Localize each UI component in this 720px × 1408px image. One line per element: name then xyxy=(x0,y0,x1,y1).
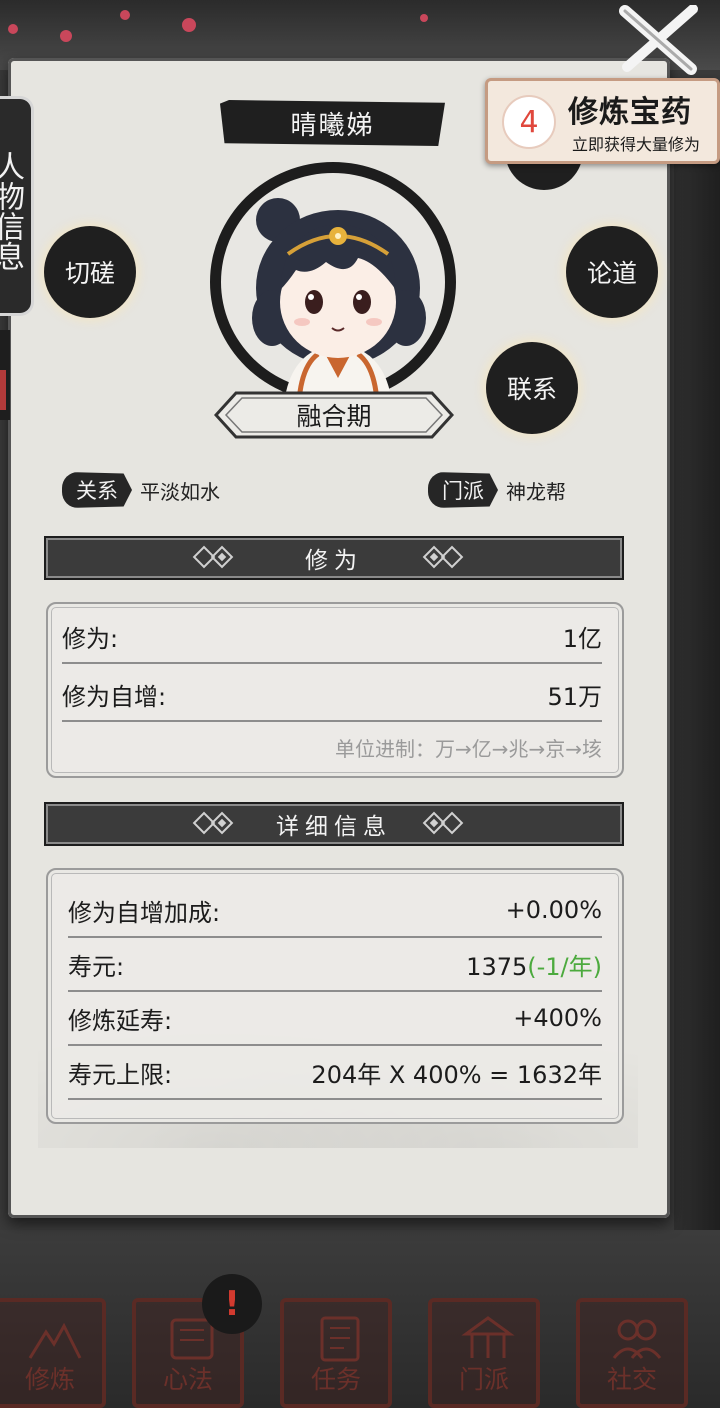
cultivation-section-title: 修为 xyxy=(305,548,363,574)
detail-label: 修为自增加成: xyxy=(68,898,221,927)
side-tab-character-info[interactable]: 人物信息 xyxy=(0,96,34,316)
sect-tag: 门派 神龙帮 xyxy=(428,472,566,508)
stat-value: 51万 xyxy=(547,682,602,711)
ornament-left xyxy=(192,545,234,569)
nav-label: 修炼 xyxy=(24,1365,75,1394)
detail-row: 寿元: 1375(-1/年) xyxy=(68,938,602,992)
stat-label: 修为: xyxy=(62,624,119,653)
realm-label: 融合期 xyxy=(296,402,372,431)
nav-cultivate[interactable]: 修炼 xyxy=(0,1298,106,1408)
stat-value: 1亿 xyxy=(562,624,602,653)
nav-label: 门派 xyxy=(458,1365,509,1394)
detail-label: 寿元上限: xyxy=(68,1060,173,1089)
spar-button-label: 切磋 xyxy=(64,259,115,288)
detail-row: 修为自增加成: +0.00% xyxy=(68,884,602,938)
nav-label: 心法 xyxy=(162,1365,213,1394)
stat-row: 修为: 1亿 xyxy=(62,610,602,664)
nav-label: 社交 xyxy=(606,1365,657,1394)
relation-chip: 关系 xyxy=(62,472,132,508)
side-tab-label: 人物信息 xyxy=(0,151,24,271)
sect-icon xyxy=(461,1316,515,1358)
contact-button[interactable]: 联系 xyxy=(486,342,578,434)
contact-button-label: 联系 xyxy=(506,375,557,404)
plum-blossom xyxy=(120,10,130,20)
promo-count-badge: 4 xyxy=(502,95,556,149)
detail-box: 修为自增加成: +0.00% 寿元: 1375(-1/年) 修炼延寿: +400… xyxy=(46,868,624,1124)
ornament-right xyxy=(422,811,464,835)
ornament-left xyxy=(192,811,234,835)
character-name: 晴曦娣 xyxy=(290,110,375,141)
sect-chip: 门派 xyxy=(428,472,498,508)
detail-label: 修炼延寿: xyxy=(68,1006,173,1035)
cultivate-icon xyxy=(28,1322,82,1359)
spar-button[interactable]: 切磋 xyxy=(44,226,136,318)
detail-row: 修炼延寿: +400% xyxy=(68,992,602,1046)
social-icon xyxy=(612,1319,662,1359)
character-name-banner: 晴曦娣 xyxy=(220,100,445,146)
nav-label: 任务 xyxy=(310,1365,361,1394)
detail-value: +0.00% xyxy=(505,896,602,924)
task-icon xyxy=(320,1316,360,1362)
detail-value: 204年 X 400% = 1632年 xyxy=(311,1060,602,1089)
detail-section-title: 详细信息 xyxy=(276,814,392,840)
nav-task[interactable]: 任务 xyxy=(280,1298,392,1408)
detail-section-header: 详细信息 xyxy=(44,802,624,846)
avatar[interactable] xyxy=(226,178,440,393)
discuss-button-label: 论道 xyxy=(586,259,637,288)
stat-label: 修为自增: xyxy=(62,682,167,711)
promo-subtitle: 立即获得大量修为 xyxy=(572,135,701,154)
relation-tag: 关系 平淡如水 xyxy=(62,472,220,508)
character-portrait-icon xyxy=(252,198,426,393)
promo-title: 修炼宝药 xyxy=(568,95,692,130)
ornament-right xyxy=(422,545,464,569)
stat-row: 修为自增: 51万 xyxy=(62,668,602,722)
side-hook-red-decoration xyxy=(0,370,6,410)
nav-social[interactable]: 社交 xyxy=(576,1298,688,1408)
lifespan-decay: (-1/年) xyxy=(527,952,602,981)
notification-alert-icon[interactable]: ! xyxy=(202,1274,262,1334)
cultivation-medicine-promo[interactable]: 4 修炼宝药 立即获得大量修为 xyxy=(485,78,720,164)
cultivation-section-header: 修为 xyxy=(44,536,624,580)
plum-blossom xyxy=(60,30,72,42)
sect-value: 神龙帮 xyxy=(506,479,566,504)
nav-sect[interactable]: 门派 xyxy=(428,1298,540,1408)
lifespan-value-group: 1375(-1/年) xyxy=(466,947,602,982)
detail-label: 寿元: xyxy=(68,952,125,981)
unit-note: 单位进制：万→亿→兆→京→垓 xyxy=(334,736,602,761)
close-button[interactable] xyxy=(606,2,710,78)
discuss-button[interactable]: 论道 xyxy=(566,226,658,318)
right-ink-background xyxy=(674,140,720,1240)
plum-blossom xyxy=(182,18,196,32)
unit-note-row: 单位进制：万→亿→兆→京→垓 xyxy=(62,720,602,774)
relation-value: 平淡如水 xyxy=(140,479,220,504)
close-icon xyxy=(619,5,698,75)
detail-value: +400% xyxy=(513,1004,602,1032)
detail-value: 1375 xyxy=(466,952,528,981)
cultivation-box: 修为: 1亿 修为自增: 51万 单位进制：万→亿→兆→京→垓 xyxy=(46,602,624,778)
plum-blossom xyxy=(8,24,18,34)
detail-row: 寿元上限: 204年 X 400% = 1632年 xyxy=(68,1046,602,1100)
plum-blossom xyxy=(420,14,428,22)
realm-banner: 融合期 xyxy=(214,391,454,439)
